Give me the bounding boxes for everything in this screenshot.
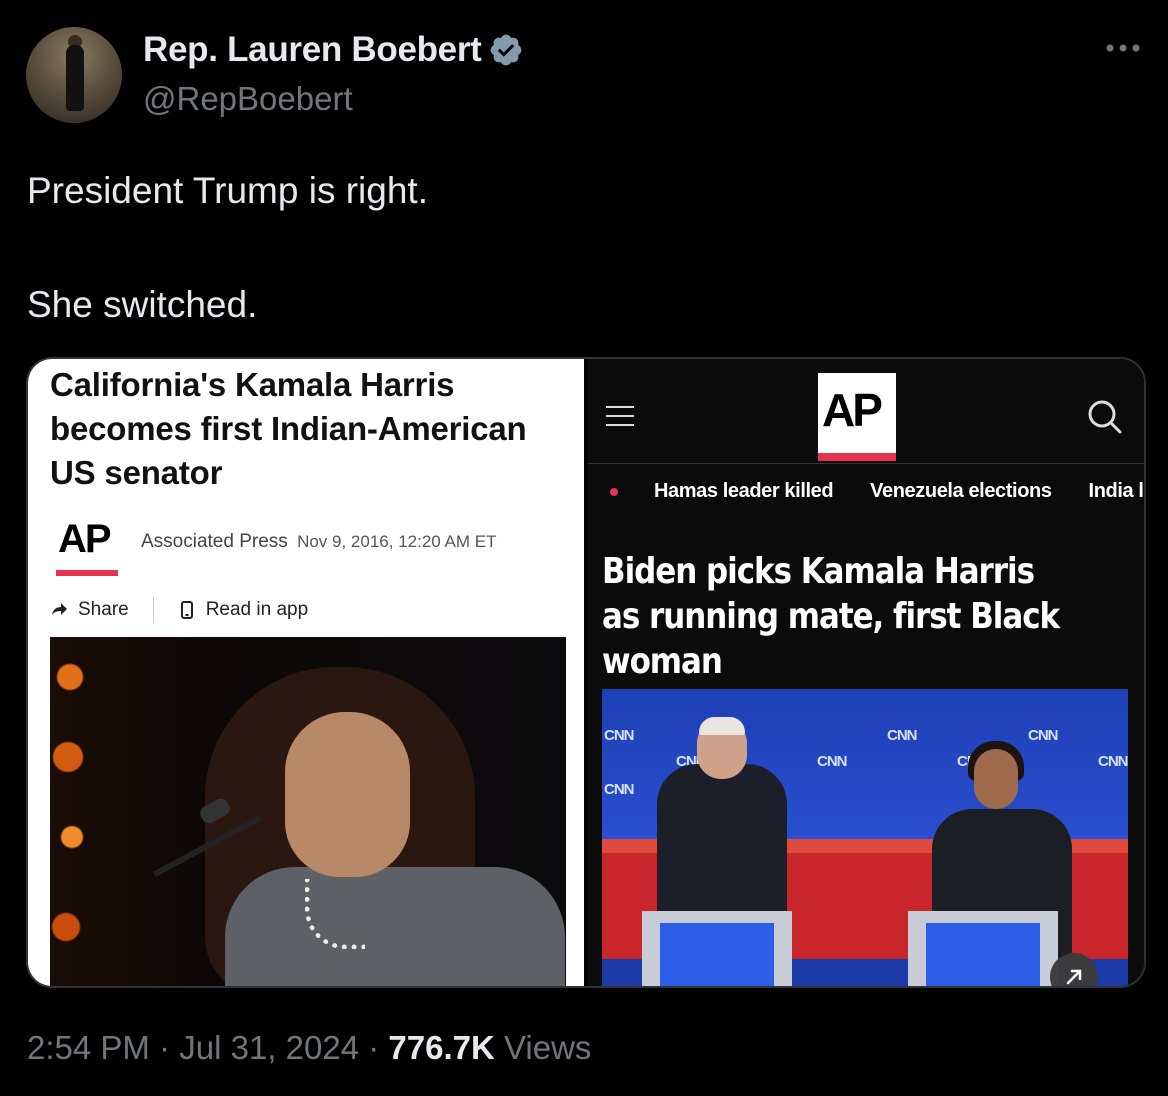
right-article-headline: Biden picks Kamala Harris as running mat…: [602, 551, 1060, 682]
article-date: Nov 9, 2016, 12:20 AM ET: [297, 532, 497, 551]
tweet-text: President Trump is right. She switched.: [27, 162, 1127, 333]
share-label: Share: [78, 599, 129, 620]
ap-logo-right: AP: [822, 384, 883, 436]
topic-item: Hamas leader killed: [654, 480, 834, 502]
avatar-figure-body: [66, 45, 84, 111]
meta-separator: ·: [159, 1029, 171, 1066]
author-avatar[interactable]: [26, 27, 122, 123]
ap-logo-underline: [56, 570, 118, 576]
left-article-headline: California's Kamala Harris becomes first…: [50, 366, 527, 491]
tweet-date[interactable]: Jul 31, 2024: [179, 1029, 359, 1066]
tweet-time[interactable]: 2:54 PM: [27, 1029, 150, 1066]
read-in-app-label: Read in app: [205, 599, 309, 620]
live-dot-icon: [610, 487, 618, 496]
topic-item: Venezuela elections: [870, 480, 1052, 502]
more-options-icon[interactable]: [1104, 36, 1142, 60]
stage-logo: CNN: [604, 727, 634, 744]
stage-logo: CNN: [887, 727, 917, 744]
debate-stage-photo: CNN CNN CNN CNN CNN CNN CNN CNN: [602, 689, 1128, 986]
tweet-line-2: She switched.: [27, 284, 258, 325]
action-separator: [152, 597, 154, 623]
stage-logo: CNN: [604, 781, 634, 798]
stage-logo: CNN: [1028, 727, 1058, 744]
ap-logo-bar: [818, 453, 896, 461]
tweet-media[interactable]: California's Kamala Harris becomes first…: [26, 357, 1146, 988]
verified-badge-icon: [490, 34, 521, 66]
topic-item: India la: [1088, 480, 1144, 502]
ap-logo: AP: [58, 517, 112, 561]
stage-logo: CNN: [1098, 753, 1128, 770]
phone-icon: [180, 601, 193, 619]
article-source: Associated Press: [141, 531, 288, 552]
meta-separator: ·: [368, 1029, 380, 1066]
author-name-row[interactable]: Rep. Lauren Boebert: [143, 30, 524, 70]
nav-divider: [588, 463, 1144, 464]
search-icon: [1088, 400, 1122, 434]
stage-logo: CNN: [817, 753, 847, 770]
tweet-metadata: 2:54 PM · Jul 31, 2024 · 776.7K Views: [27, 1029, 591, 1067]
article-actions: Share Read in app: [50, 597, 308, 623]
hamburger-menu-icon: [606, 406, 634, 426]
views-label[interactable]: Views: [504, 1029, 591, 1066]
views-count[interactable]: 776.7K: [388, 1029, 494, 1066]
author-display-name[interactable]: Rep. Lauren Boebert: [143, 30, 482, 70]
media-image-left[interactable]: California's Kamala Harris becomes first…: [28, 359, 584, 986]
kamala-harris-photo: [50, 637, 566, 986]
share-arrow-icon: [52, 603, 67, 615]
trending-topics: Hamas leader killed Venezuela elections …: [610, 480, 1144, 503]
article-byline: Associated Press Nov 9, 2016, 12:20 AM E…: [141, 531, 496, 553]
tweet-line-1: President Trump is right.: [27, 170, 428, 211]
author-handle[interactable]: @RepBoebert: [143, 80, 353, 118]
media-image-right[interactable]: AP Hamas leader killed Venezuela electio…: [588, 359, 1144, 986]
ap-logo-box: AP: [818, 373, 896, 461]
